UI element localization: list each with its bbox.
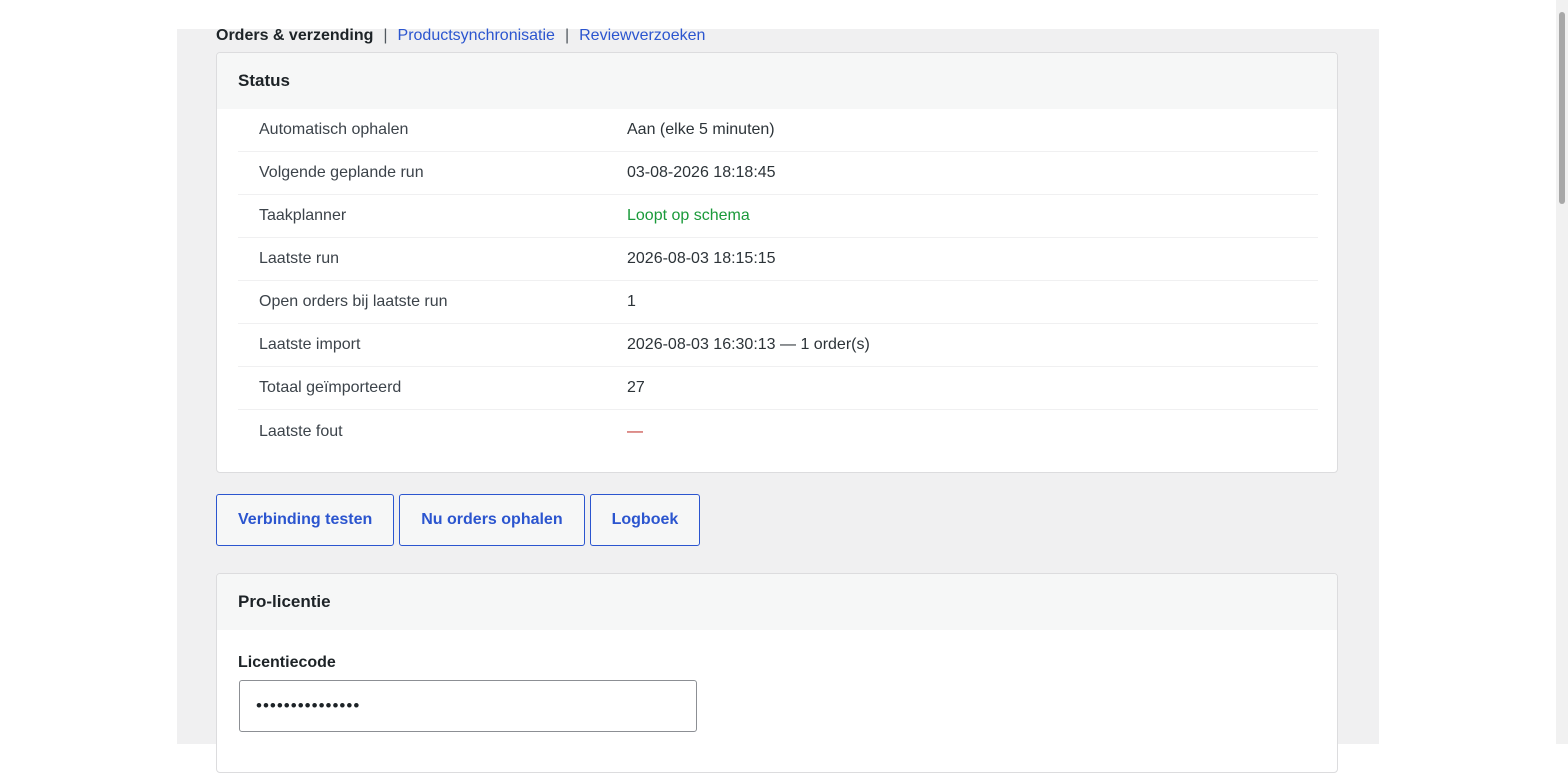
- status-label: Laatste run: [238, 237, 606, 281]
- status-row-open-orders: Open orders bij laatste run 1: [238, 280, 1318, 324]
- tab-review-requests[interactable]: Reviewverzoeken: [579, 27, 705, 45]
- status-label: Laatste fout: [259, 423, 343, 440]
- status-label: Totaal geïmporteerd: [238, 366, 606, 410]
- scheduler-status-value: Loopt op schema: [606, 194, 1318, 238]
- status-label: Laatste import: [238, 323, 606, 367]
- license-panel: Pro-licentie Licentiecode: [216, 573, 1338, 773]
- status-row-last-run: Laatste run 2026-08-03 18:15:15: [238, 237, 1318, 281]
- status-row-last-error: Laatste fout —: [238, 410, 1318, 455]
- status-label: Volgende geplande run: [238, 151, 606, 195]
- last-error-value: —: [627, 423, 643, 440]
- status-row-auto-fetch: Automatisch ophalen Aan (elke 5 minuten): [238, 109, 1318, 152]
- log-button[interactable]: Logboek: [589, 494, 701, 546]
- status-value: 2026-08-03 18:15:15: [606, 237, 1318, 281]
- status-value: 27: [606, 366, 1318, 410]
- fetch-orders-button[interactable]: Nu orders ophalen: [399, 494, 585, 546]
- status-value: 03-08-2026 18:18:45: [606, 151, 1318, 195]
- tab-orders-shipping[interactable]: Orders & verzending: [216, 27, 373, 45]
- status-row-next-run: Volgende geplande run 03-08-2026 18:18:4…: [238, 151, 1318, 195]
- status-value: 1: [606, 280, 1318, 324]
- license-code-input[interactable]: [239, 680, 697, 732]
- test-connection-button[interactable]: Verbinding testen: [216, 494, 395, 546]
- status-value: 2026-08-03 16:30:13 — 1 order(s): [606, 323, 1318, 367]
- status-table: Automatisch ophalen Aan (elke 5 minuten)…: [238, 109, 1318, 454]
- license-panel-title: Pro-licentie: [217, 574, 1337, 630]
- license-code-label: Licentiecode: [238, 654, 336, 671]
- status-label: Taakplanner: [238, 194, 606, 238]
- tab-separator: |: [383, 27, 388, 44]
- status-label: Open orders bij laatste run: [238, 280, 606, 324]
- settings-tabs: Orders & verzending | Productsynchronisa…: [216, 24, 705, 48]
- action-buttons: Verbinding testen Nu orders ophalen Logb…: [216, 494, 701, 546]
- tab-separator: |: [564, 27, 570, 44]
- status-label: Automatisch ophalen: [238, 109, 606, 152]
- status-row-scheduler: Taakplanner Loopt op schema: [238, 194, 1318, 238]
- status-value: Aan (elke 5 minuten): [606, 109, 1318, 152]
- status-panel-title: Status: [217, 53, 1337, 109]
- status-row-last-import: Laatste import 2026-08-03 16:30:13 — 1 o…: [238, 323, 1318, 367]
- scrollbar-thumb[interactable]: [1559, 12, 1565, 204]
- tab-product-sync[interactable]: Productsynchronisatie: [398, 27, 555, 45]
- status-row-total-imported: Totaal geïmporteerd 27: [238, 366, 1318, 410]
- status-panel: Status Automatisch ophalen Aan (elke 5 m…: [216, 52, 1338, 473]
- page-scrollbar[interactable]: [1556, 0, 1568, 744]
